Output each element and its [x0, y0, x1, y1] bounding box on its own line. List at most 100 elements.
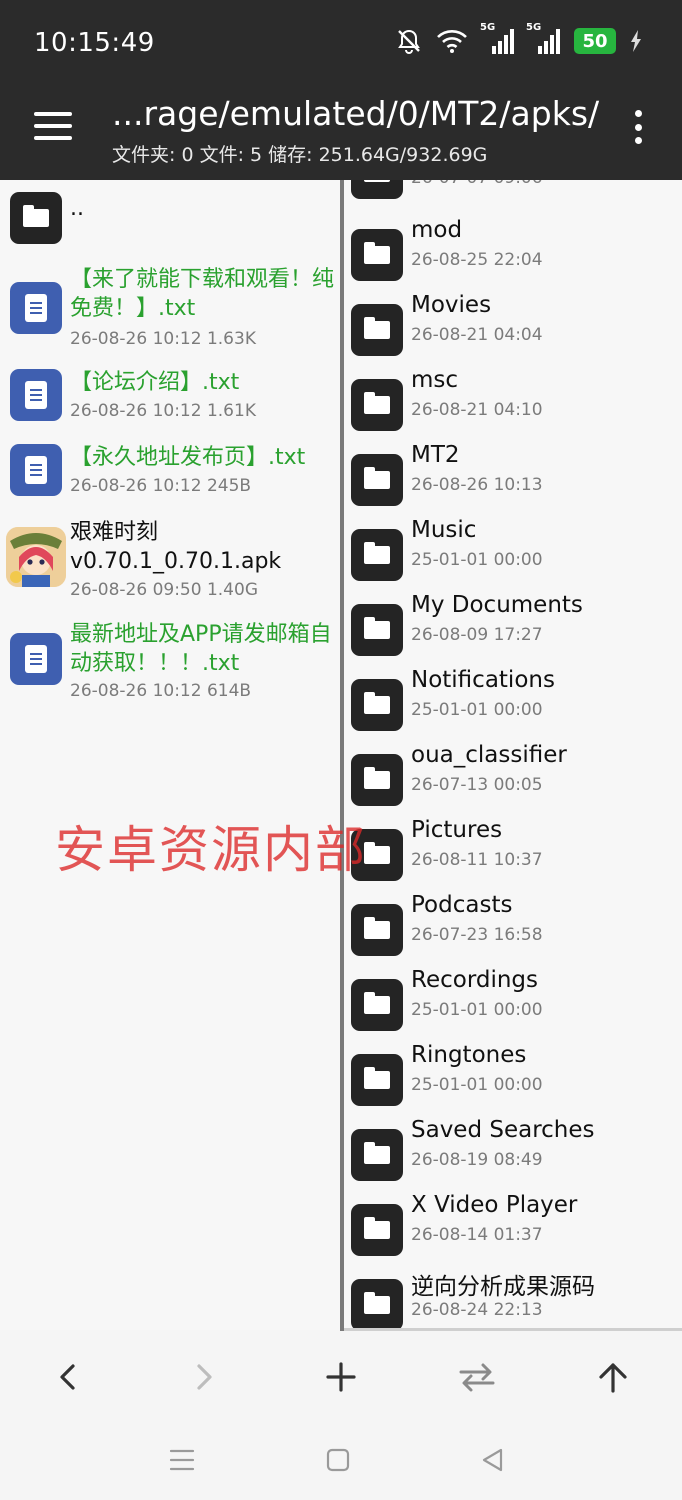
folder-item[interactable]: MT2 26-08-26 10:13 — [344, 442, 682, 517]
folder-item[interactable]: Ringtones 25-01-01 00:00 — [344, 1042, 682, 1117]
path-info: 文件夹: 0 文件: 5 储存: 251.64G/932.69G — [112, 144, 488, 166]
folder-name: Pictures — [411, 817, 503, 843]
status-time: 10:15:49 — [34, 28, 155, 58]
folder-item[interactable]: mod 26-08-25 22:04 — [344, 217, 682, 292]
file-name: 【永久地址发布页】.txt — [70, 445, 306, 470]
folder-date: 26-08-21 04:04 — [411, 325, 543, 345]
parent-dir-item[interactable]: .. — [0, 180, 341, 250]
folder-name: X Video Player — [411, 1192, 578, 1218]
file-name: 【来了就能下载和观看！纯免费！】.txt — [70, 267, 335, 321]
folder-name: Recordings — [411, 967, 539, 993]
bottom-action-bar — [0, 1331, 682, 1421]
file-item[interactable]: 艰难时刻 v0.70.1_0.70.1.apk 26-08-26 09:50 1… — [0, 515, 341, 610]
folder-icon — [351, 979, 403, 1031]
folder-date: 26-08-11 10:37 — [411, 850, 543, 870]
folder-name: Podcasts — [411, 892, 513, 918]
txt-file-icon — [10, 633, 62, 685]
file-meta: 26-08-26 10:12 614B — [70, 681, 252, 701]
menu-icon[interactable] — [34, 112, 72, 140]
folder-date: 26-08-14 01:37 — [411, 1225, 543, 1245]
file-name: 最新地址及APP请发邮箱自动获取！！！.txt — [70, 622, 332, 676]
folder-name: oua_classifier — [411, 742, 567, 768]
folder-name: Notifications — [411, 667, 555, 693]
add-icon[interactable] — [313, 1349, 369, 1405]
file-meta: 26-08-26 09:50 1.40G — [70, 580, 258, 600]
folder-item[interactable]: 逆向分析成果源码 26-08-24 22:13 — [344, 1267, 682, 1330]
folder-date: 26-08-26 10:13 — [411, 475, 543, 495]
folder-item[interactable]: Movies 26-08-21 04:04 — [344, 292, 682, 367]
folder-item[interactable]: Pictures 26-08-11 10:37 — [344, 817, 682, 892]
folder-item[interactable]: 26-07-07 09:06 — [344, 180, 682, 210]
folder-item[interactable]: msc 26-08-21 04:10 — [344, 367, 682, 442]
folder-name: My Documents — [411, 592, 583, 618]
folder-icon — [351, 229, 403, 281]
folder-date: 25-01-01 00:00 — [411, 1000, 543, 1020]
folder-name: MT2 — [411, 442, 460, 468]
back-icon[interactable] — [40, 1349, 96, 1405]
folder-icon — [351, 304, 403, 356]
status-icons: 5G 5G 50 — [396, 22, 642, 54]
folder-date: 26-08-09 17:27 — [411, 625, 543, 645]
folder-item[interactable]: My Documents 26-08-09 17:27 — [344, 592, 682, 667]
file-item[interactable]: 最新地址及APP请发邮箱自动获取！！！.txt 26-08-26 10:12 6… — [0, 617, 341, 712]
folder-item[interactable]: Podcasts 26-07-23 16:58 — [344, 892, 682, 967]
wifi-icon — [437, 30, 467, 53]
signal-icon-2: 5G — [526, 22, 560, 54]
left-pane: .. 【来了就能下载和观看！纯免费！】.txt 26-08-26 10:12 1… — [0, 180, 341, 1330]
folder-name: Music — [411, 517, 477, 543]
folder-name: 逆向分析成果源码 — [411, 1274, 595, 1300]
file-item[interactable]: 【永久地址发布页】.txt 26-08-26 10:12 245B — [0, 440, 341, 510]
folder-date: 26-08-19 08:49 — [411, 1150, 543, 1170]
folder-item[interactable]: X Video Player 26-08-14 01:37 — [344, 1192, 682, 1267]
file-item[interactable]: 【论坛介绍】.txt 26-08-26 10:12 1.61K — [0, 365, 341, 435]
battery-indicator: 50 — [574, 28, 616, 54]
apk-app-icon — [6, 527, 66, 587]
folder-icon — [351, 529, 403, 581]
folder-icon — [351, 180, 403, 199]
folder-date: 26-07-07 09:06 — [411, 180, 543, 188]
folder-item[interactable]: Saved Searches 26-08-19 08:49 — [344, 1117, 682, 1192]
folder-icon — [351, 1054, 403, 1106]
folder-icon — [10, 192, 62, 244]
file-item[interactable]: 【来了就能下载和观看！纯免费！】.txt 26-08-26 10:12 1.63… — [0, 262, 341, 352]
folder-icon — [351, 679, 403, 731]
recents-icon[interactable] — [162, 1443, 202, 1477]
home-icon[interactable] — [318, 1443, 358, 1477]
folder-name: Ringtones — [411, 1042, 527, 1068]
folder-icon — [351, 1129, 403, 1181]
folder-name: Movies — [411, 292, 492, 318]
signal-icon-1: 5G — [480, 22, 514, 54]
folder-name: mod — [411, 217, 463, 243]
up-icon[interactable] — [585, 1349, 641, 1405]
folder-item[interactable]: Recordings 25-01-01 00:00 — [344, 967, 682, 1042]
txt-file-icon — [10, 444, 62, 496]
folder-icon — [351, 379, 403, 431]
right-pane: 26-07-07 09:06 mod 26-08-25 22:04 Movies… — [344, 180, 682, 1330]
folder-icon — [351, 754, 403, 806]
top-bar: 10:15:49 5G 5G 50 ...rage/emulated/0/MT2… — [0, 0, 682, 180]
forward-icon[interactable] — [176, 1349, 232, 1405]
folder-item[interactable]: Notifications 25-01-01 00:00 — [344, 667, 682, 742]
more-icon[interactable] — [634, 110, 642, 144]
nav-back-icon[interactable] — [473, 1443, 513, 1477]
folder-date: 25-01-01 00:00 — [411, 700, 543, 720]
folder-icon — [351, 1279, 403, 1330]
folder-name: msc — [411, 367, 459, 393]
folder-date: 25-01-01 00:00 — [411, 1075, 543, 1095]
path-title: ...rage/emulated/0/MT2/apks/ — [112, 94, 600, 133]
folder-icon — [351, 604, 403, 656]
folder-item[interactable]: oua_classifier 26-07-13 00:05 — [344, 742, 682, 817]
parent-dir-label: .. — [70, 196, 84, 221]
file-meta: 26-08-26 10:12 245B — [70, 476, 252, 496]
swap-icon[interactable] — [449, 1349, 505, 1405]
folder-date: 26-08-21 04:10 — [411, 400, 543, 420]
folder-item[interactable]: Music 25-01-01 00:00 — [344, 517, 682, 592]
folder-date: 26-07-23 16:58 — [411, 925, 543, 945]
file-name: 【论坛介绍】.txt — [70, 370, 240, 395]
txt-file-icon — [10, 282, 62, 334]
folder-name: Saved Searches — [411, 1117, 595, 1143]
txt-file-icon — [10, 369, 62, 421]
mute-icon — [398, 29, 420, 54]
charging-icon — [631, 30, 641, 52]
folder-date: 26-08-24 22:13 — [411, 1300, 543, 1320]
